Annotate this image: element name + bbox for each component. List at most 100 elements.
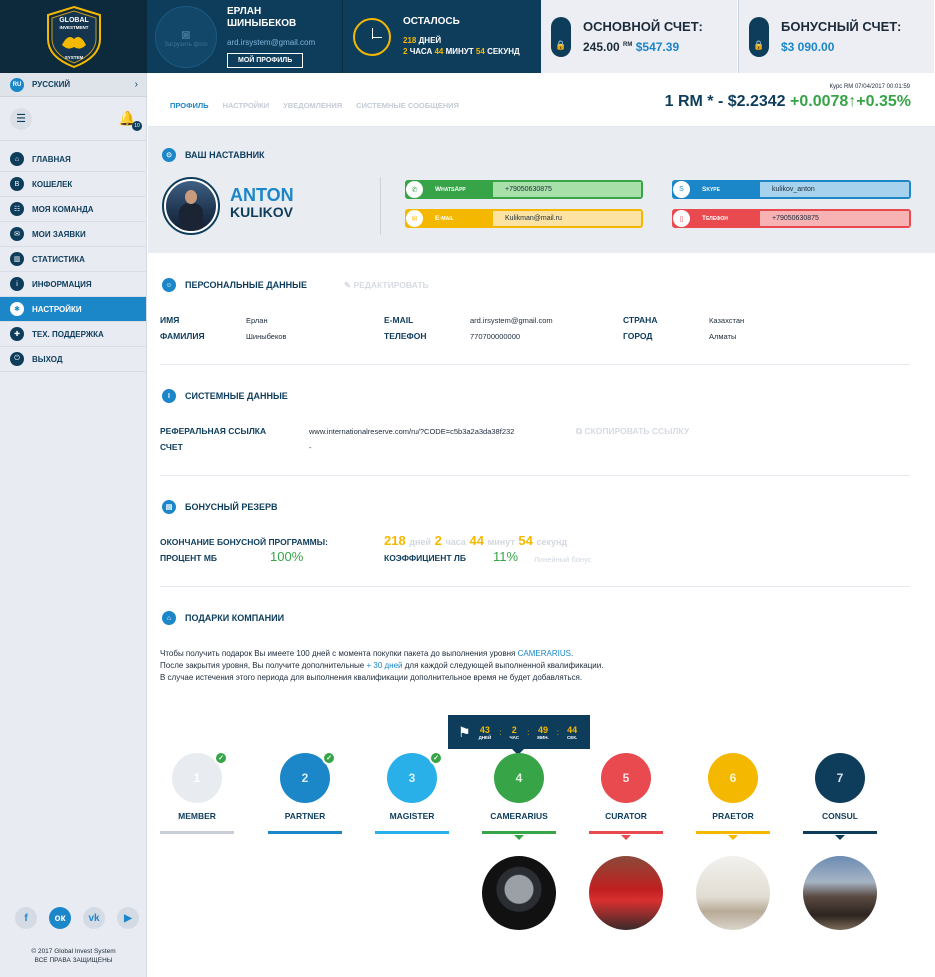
sidebar-item[interactable]: ✉ МОИ ЗАЯВКИ	[0, 222, 146, 247]
car-image	[589, 856, 663, 930]
sidebar-item[interactable]: ☷ МОЯ КОМАНДА	[0, 197, 146, 222]
tab[interactable]: УВЕДОМЛЕНИЯ	[283, 101, 342, 110]
check-icon: ✓	[214, 751, 228, 765]
copyright-line-1: © 2017 Global Invest System	[31, 948, 116, 955]
level-number: 1	[193, 771, 201, 785]
hamburger-menu-icon[interactable]: ☰	[10, 107, 32, 130]
linear-bonus-note: Линейный бонус	[534, 555, 592, 564]
gifts-section-title: ⌂ ПОДАРКИ КОМПАНИИ	[162, 611, 284, 625]
avatar-upload[interactable]: ◙ Загрузить фото	[155, 5, 217, 68]
account-value: -	[309, 443, 312, 452]
bonus-account-panel[interactable]: 🔒 БОНУСНЫЙ СЧЕТ: $3 090.00	[738, 0, 935, 73]
divider	[160, 586, 910, 587]
contact-label: Телефон	[702, 215, 728, 222]
mentor-section: ⊙ ВАШ НАСТАВНИК ANTON KULIKOV ✆ WhatsApp…	[148, 127, 935, 253]
first-name-value: Ерлан	[246, 316, 268, 325]
user-name-first: ЕРЛАН	[227, 5, 262, 17]
sidebar-nav: ⌂ ГЛАВНАЯ B КОШЕЛЕК ☷ МОЯ КОМАНДА ✉ МОИ ЗАЯВКИ ▥…	[0, 147, 146, 372]
level-partner[interactable]: 2 ✓ PARTNER	[268, 751, 342, 834]
level-name: CONSUL	[822, 811, 858, 821]
last-name-label: ФАМИЛИЯ	[160, 331, 205, 341]
sidebar-item-label: ГЛАВНАЯ	[32, 154, 71, 164]
gift-icon: ⌂	[162, 611, 176, 625]
chevron-right-icon: ›	[134, 79, 138, 90]
sidebar-item[interactable]: ⏻ ВЫХОД	[0, 347, 146, 372]
logo-shield-icon: GLOBAL INVESTMENT SYSTEM	[46, 5, 101, 68]
youtube-icon[interactable]: ▶	[117, 907, 139, 929]
email-label: E-MAIL	[384, 315, 414, 325]
contact-whatsapp[interactable]: ✆ WhatsApp +79050630875	[405, 180, 643, 199]
trophy-icon: 1 ✓	[172, 751, 228, 803]
contact-email[interactable]: ✉ E-mail Kulikman@mail.ru	[405, 209, 643, 228]
sidebar-item-label: МОИ ЗАЯВКИ	[32, 229, 86, 239]
level-magister[interactable]: 3 ✓ MAGISTER	[375, 751, 449, 834]
level-camerarius[interactable]: 4 CAMERARIUS	[482, 753, 556, 840]
city-label: ГОРОД	[623, 331, 653, 341]
home-icon: ⌂	[10, 152, 24, 166]
support-icon: ✚	[10, 327, 24, 341]
level-name: CURATOR	[605, 811, 647, 821]
phone-icon: ▯	[673, 210, 690, 227]
level-name: PARTNER	[284, 811, 326, 821]
level-consul[interactable]: 7 CONSUL	[803, 753, 877, 840]
contact-skype[interactable]: S Skype kulikov_anton	[672, 180, 911, 199]
lb-coefficient-label: КОЭФФИЦИЕНТ ЛБ	[384, 553, 466, 563]
odnoklassniki-icon[interactable]: ок	[49, 907, 71, 929]
edit-button[interactable]: ✎ РЕДАКТИРОВАТЬ	[344, 280, 429, 291]
first-name-label: ИМЯ	[160, 315, 180, 325]
city-value: Алматы	[709, 332, 737, 341]
info-icon: i	[10, 277, 24, 291]
lock-icon: 🔒	[551, 16, 571, 57]
level-bar	[696, 831, 770, 834]
level-member[interactable]: 1 ✓ MEMBER	[160, 751, 234, 834]
phone-label: ТЕЛЕФОН	[384, 331, 427, 341]
level-curator[interactable]: 5 CURATOR	[589, 753, 663, 840]
level-pointer	[835, 835, 845, 840]
info-icon: i	[162, 389, 176, 403]
user-icon: ☺	[162, 278, 176, 292]
copy-link-button[interactable]: ⧉ СКОПИРОВАТЬ ССЫЛКУ	[576, 426, 689, 437]
sidebar-item[interactable]: ✱ НАСТРОЙКИ	[0, 297, 146, 322]
rate-caption: Курс RM 07/04/2017 00:01:59	[829, 84, 910, 90]
logo[interactable]: GLOBAL INVESTMENT SYSTEM	[0, 0, 147, 73]
divider	[160, 475, 910, 476]
sidebar-item[interactable]: ✚ ТЕХ. ПОДДЕРЖКА	[0, 322, 146, 347]
tab[interactable]: ПРОФИЛЬ	[170, 101, 209, 110]
sub-header: ПРОФИЛЬ НАСТРОЙКИ УВЕДОМЛЕНИЯ СИСТЕМНЫЕ СОО…	[148, 73, 935, 127]
avatar-caption: Загрузить фото	[164, 41, 208, 48]
sidebar-item[interactable]: i ИНФОРМАЦИЯ	[0, 272, 146, 297]
lb-coefficient-value: 11%	[493, 549, 519, 564]
level-name: MEMBER	[178, 811, 216, 821]
notifications-bell-icon[interactable]: 🔔 10	[119, 110, 142, 131]
level-bar	[482, 831, 556, 834]
bonus-countdown: 218 дней 2 часа 44 минут 54 секунд	[384, 533, 568, 548]
social-links: f ок vk ▶	[15, 907, 139, 929]
sidebar-item[interactable]: B КОШЕЛЕК	[0, 172, 146, 197]
main-account-title: ОСНОВНОЙ СЧЕТ:	[583, 19, 703, 34]
level-praetor[interactable]: 6 PRAETOR	[696, 753, 770, 840]
copyright: © 2017 Global Invest System ВСЕ ПРАВА ЗА…	[0, 947, 147, 965]
level-number: 5	[622, 771, 630, 785]
lock-icon: ⊙	[162, 148, 176, 162]
copyright-line-2: ВСЕ ПРАВА ЗАЩИЩЕНЫ	[34, 957, 113, 964]
trophy-icon: 7	[815, 753, 865, 803]
language-selector[interactable]: RU РУССКИЙ ›	[0, 73, 146, 97]
level-number: 3	[408, 771, 416, 785]
language-code: RU	[10, 77, 24, 92]
skype-icon: S	[673, 181, 690, 198]
facebook-icon[interactable]: f	[15, 907, 37, 929]
my-profile-button[interactable]: МОЙ ПРОФИЛЬ	[227, 52, 304, 68]
wallet-icon: B	[10, 177, 24, 191]
contact-phone[interactable]: ▯ Телефон +79050630875	[672, 209, 911, 228]
level-number: 2	[301, 771, 309, 785]
tab[interactable]: НАСТРОЙКИ	[223, 101, 270, 110]
gear-icon: ✱	[10, 302, 24, 316]
main-account-panel[interactable]: 🔒 ОСНОВНОЙ СЧЕТ: 245.00 RM $547.39	[541, 0, 738, 73]
sidebar-item[interactable]: ▥ СТАТИСТИКА	[0, 247, 146, 272]
sidebar-item-label: СТАТИСТИКА	[32, 254, 85, 264]
interior-image	[696, 856, 770, 930]
bonus-account-title: БОНУСНЫЙ СЧЕТ:	[781, 19, 902, 34]
tab[interactable]: СИСТЕМНЫЕ СООБЩЕНИЯ	[356, 101, 459, 110]
vkontakte-icon[interactable]: vk	[83, 907, 105, 929]
sidebar-item[interactable]: ⌂ ГЛАВНАЯ	[0, 147, 146, 172]
